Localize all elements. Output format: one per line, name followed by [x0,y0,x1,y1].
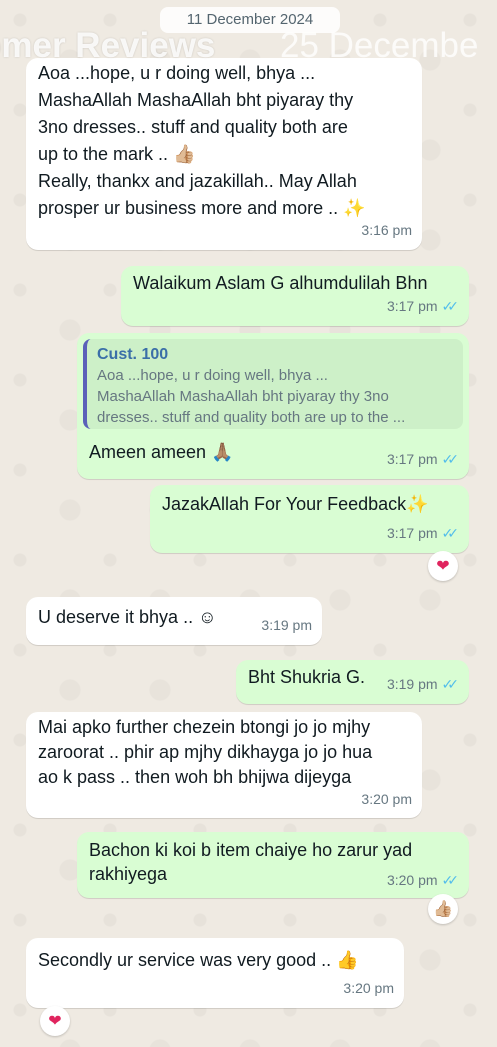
message-incoming[interactable]: Mai apko further chezein btongi jo jo mj… [26,712,422,818]
message-incoming[interactable]: Aoa ...hope, u r doing well, bhya ... Ma… [26,58,422,250]
message-time: 3:17 pm [386,298,438,314]
message-outgoing[interactable]: Bht Shukria G. 3:19 pm ✓✓ [236,660,469,704]
quoted-line: dresses.. stuff and quality both are up … [97,409,406,426]
message-text: Secondly ur service was very good .. 👍 [38,950,359,970]
message-outgoing[interactable]: JazakAllah For Your Feedback✨ 3:17 pm ✓✓ [150,485,469,553]
message-line: MashaAllah MashaAllah bht piyaray thy [38,90,354,110]
read-receipt-icon: ✓✓ [441,872,460,888]
quoted-author: Cust. 100 [97,346,169,363]
message-time: 3:20 pm [343,980,394,996]
watermark-text: 25 Decembe [280,26,479,65]
quoted-message[interactable]: Cust. 100 Aoa ...hope, u r doing well, b… [83,339,463,429]
message-outgoing-reply[interactable]: Cust. 100 Aoa ...hope, u r doing well, b… [77,333,469,479]
message-time: 3:20 pm [361,791,412,807]
message-time: 3:19 pm [386,676,438,692]
message-time: 3:17 pm [386,525,438,541]
message-line: Bachon ki koi b item chaiye ho zarur yad [89,840,413,860]
thumbs-up-reaction-icon[interactable]: 👍🏼 [428,894,458,924]
message-text: Ameen ameen 🙏🏽 [89,442,234,462]
message-time: 3:19 pm [261,617,312,633]
message-incoming[interactable]: Secondly ur service was very good .. 👍 3… [26,938,404,1008]
watermark-text: omer Reviews [0,26,216,65]
quoted-line: Aoa ...hope, u r doing well, bhya ... [97,367,328,384]
heart-reaction-icon[interactable]: ❤ [428,551,458,581]
message-line: up to the mark .. 👍🏼 [38,144,196,164]
message-time: 3:17 pm [386,451,438,467]
message-line: ao k pass .. then woh bh bhijwa dijeyga [38,767,352,787]
read-receipt-icon: ✓✓ [441,451,460,467]
message-incoming[interactable]: U deserve it bhya .. ☺ 3:19 pm [26,597,322,645]
message-text: JazakAllah For Your Feedback✨ [162,494,429,514]
message-line: zaroorat .. phir ap mjhy dikhayga jo jo … [38,742,373,762]
read-receipt-icon: ✓✓ [441,676,460,692]
message-time: 3:16 pm [361,222,412,238]
message-line: prosper ur business more and more .. ✨ [38,198,366,218]
message-outgoing[interactable]: Bachon ki koi b item chaiye ho zarur yad… [77,832,469,898]
heart-reaction-icon[interactable]: ❤ [40,1006,70,1036]
message-line: Really, thankx and jazakillah.. May Alla… [38,171,357,191]
quoted-line: MashaAllah MashaAllah bht piyaray thy 3n… [97,388,389,405]
message-time: 3:20 pm [386,872,438,888]
message-outgoing[interactable]: Walaikum Aslam G alhumdulilah Bhn 3:17 p… [121,266,469,326]
message-line: 3no dresses.. stuff and quality both are [38,117,348,137]
read-receipt-icon: ✓✓ [441,298,460,314]
message-line: Mai apko further chezein btongi jo jo mj… [38,717,371,737]
watermark: omer Reviews 25 Decembe [0,24,497,68]
read-receipt-icon: ✓✓ [441,525,460,541]
